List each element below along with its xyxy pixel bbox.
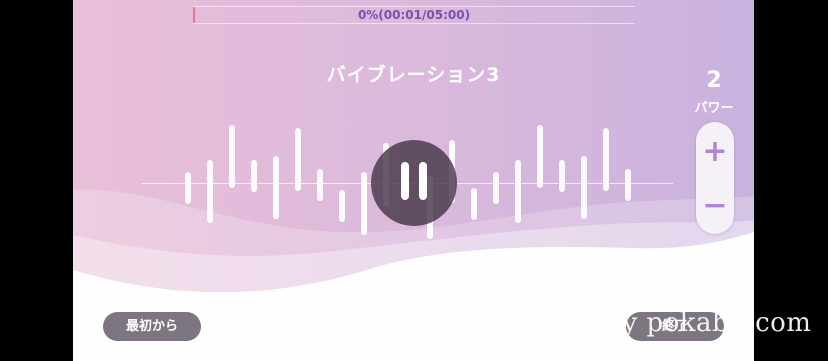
power-plus-button[interactable]: +	[696, 132, 734, 172]
waveform-bar	[229, 125, 235, 188]
pause-icon	[401, 162, 409, 200]
waveform-bar	[339, 190, 345, 222]
waveform-bar	[471, 188, 477, 220]
power-level-value: 2	[706, 68, 722, 93]
waveform-bar	[537, 125, 543, 188]
waveform-bar	[515, 160, 521, 223]
power-label: パワー	[694, 101, 734, 116]
waveform-bar	[625, 169, 631, 201]
waveform-bar	[295, 128, 301, 191]
waveform-bar	[493, 172, 499, 204]
waveform-bar	[361, 172, 367, 235]
waveform-bar	[273, 156, 279, 219]
power-control: + −	[696, 122, 734, 234]
waveform-bar	[251, 160, 257, 192]
pause-button[interactable]	[371, 140, 457, 226]
restart-button[interactable]: 最初から	[103, 312, 201, 341]
pause-icon-bar	[419, 162, 427, 200]
power-minus-button[interactable]: −	[696, 186, 734, 226]
waveform-bar	[603, 128, 609, 191]
waveform-bar	[185, 172, 191, 204]
waveform-bar	[559, 160, 565, 192]
copyright-watermark: copyright by pokabb.com	[466, 308, 812, 338]
waveform-bar	[207, 160, 213, 223]
waveform-bar	[581, 156, 587, 219]
vibration-player-screen: 0%(00:01/05:00) バイブレーション3 2 パワー + − 最初から	[73, 0, 754, 361]
waveform-bar	[317, 169, 323, 201]
